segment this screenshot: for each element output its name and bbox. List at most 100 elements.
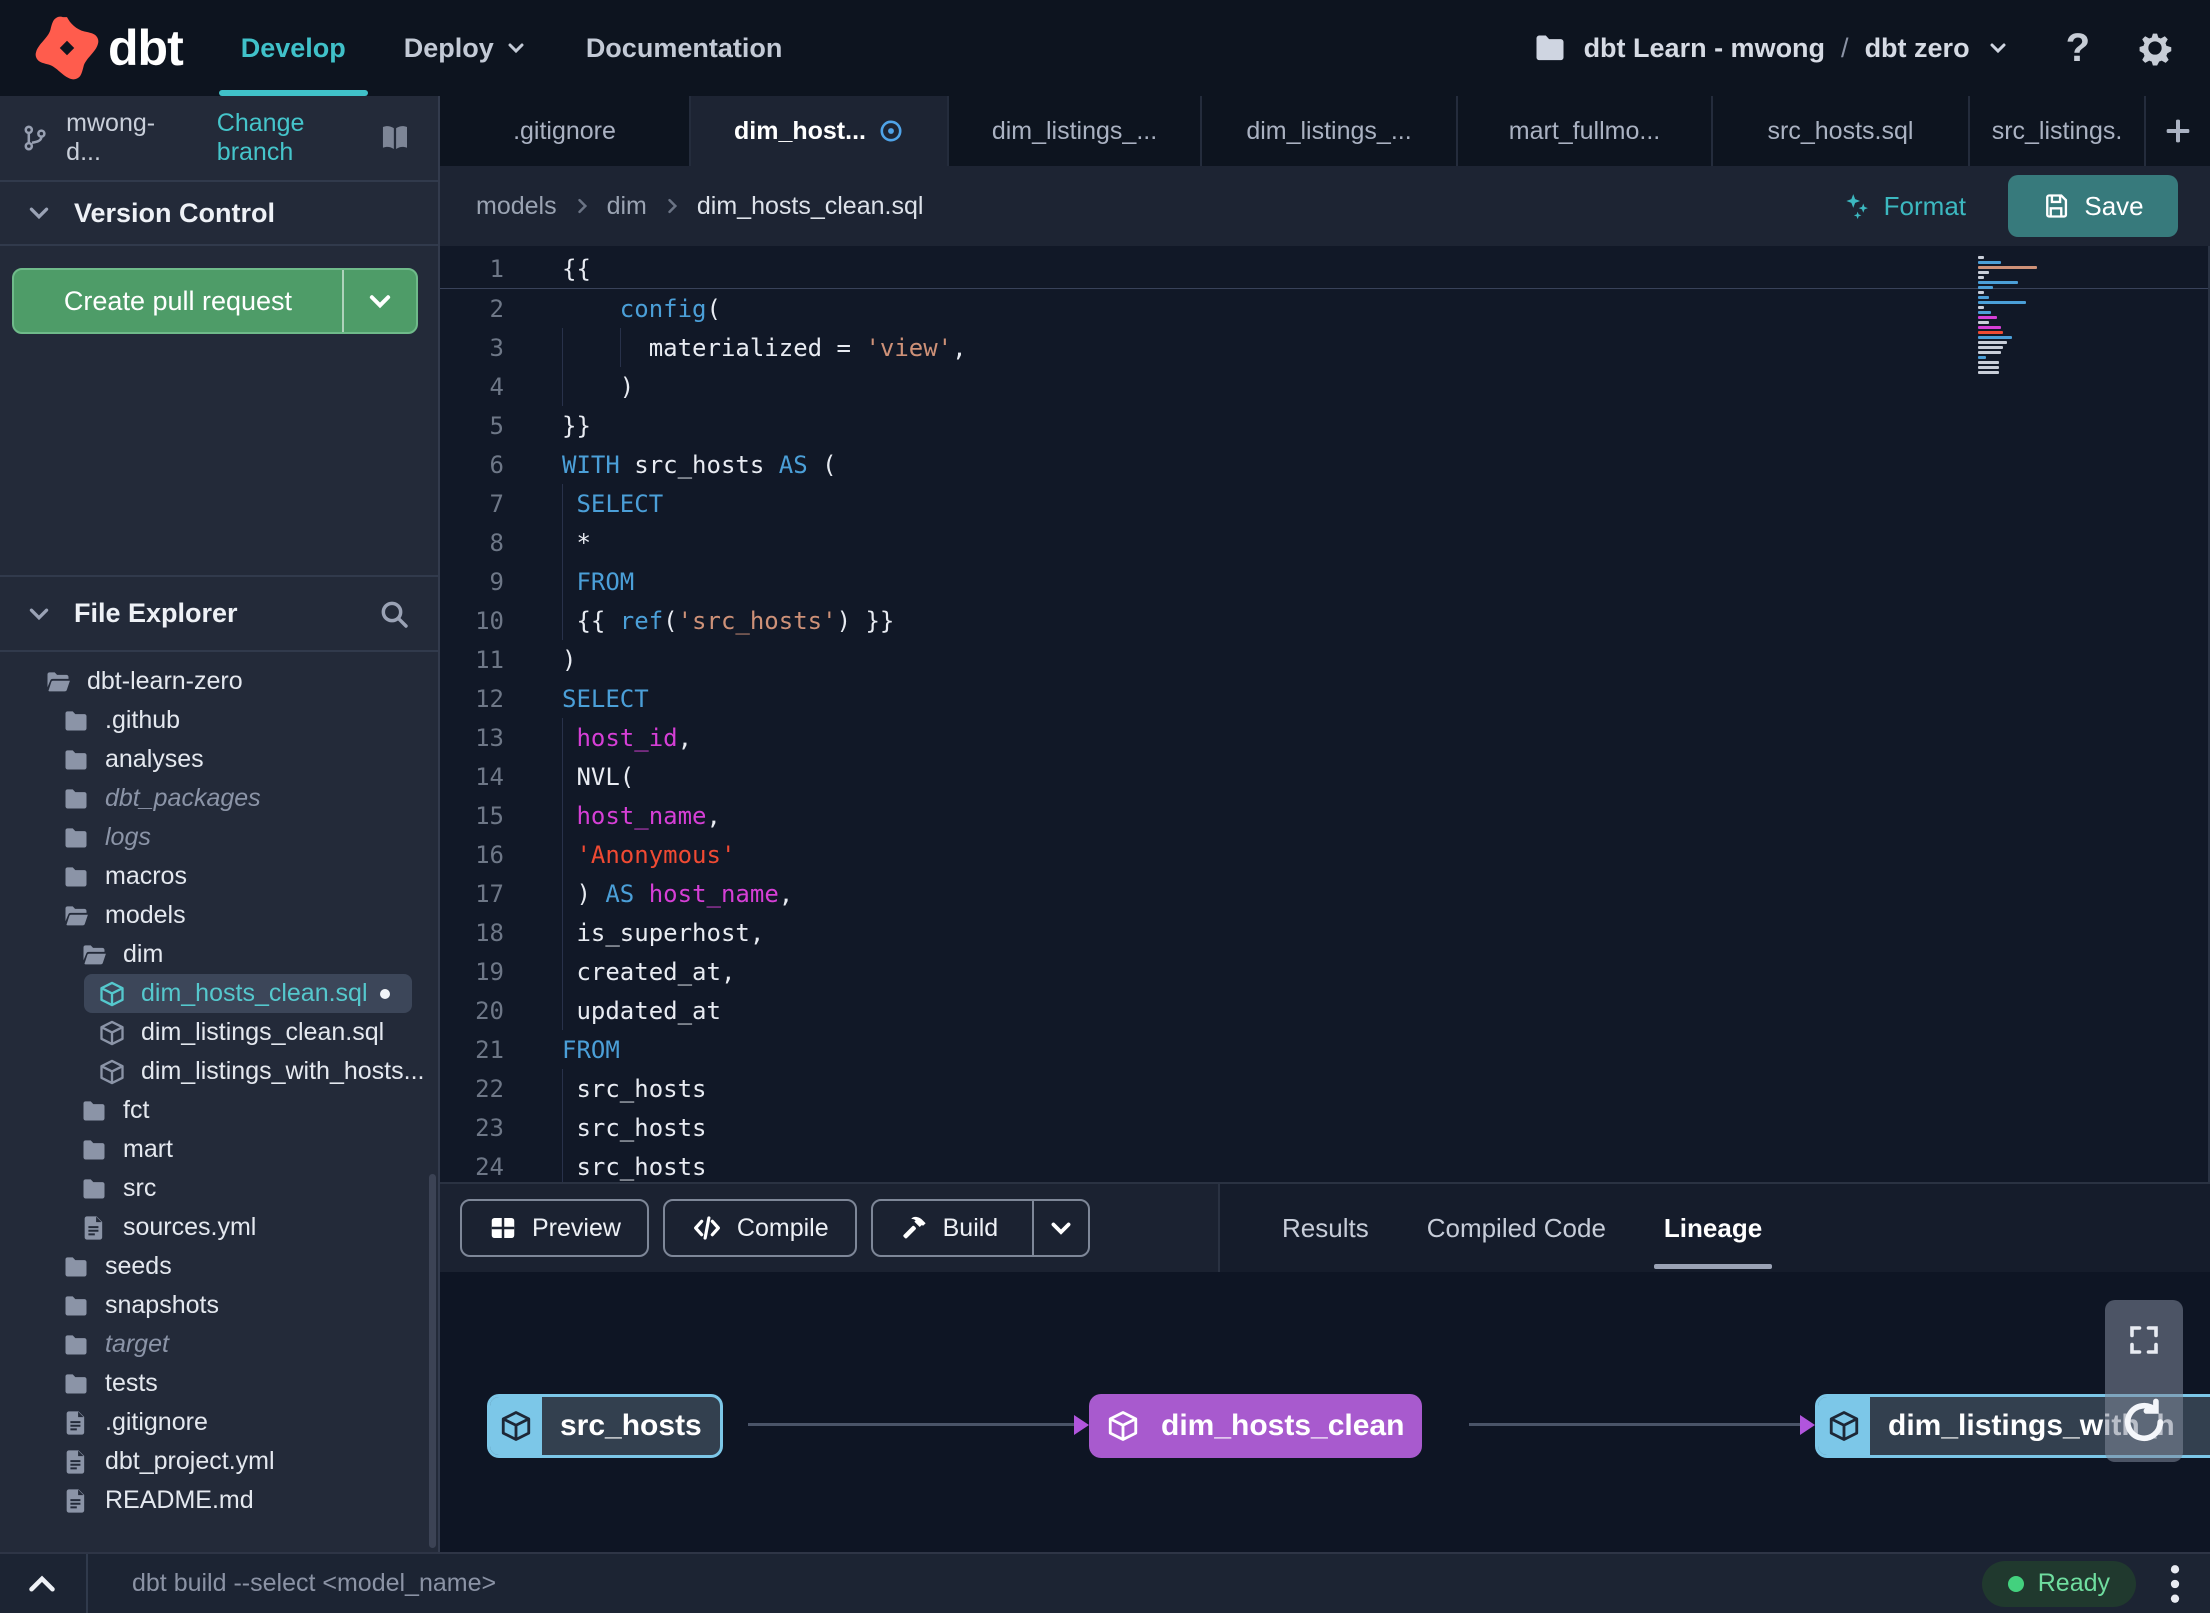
tree-item-models[interactable]: models <box>0 896 438 935</box>
code-line-19[interactable]: 19 created_at, <box>440 952 2208 991</box>
code-line-18[interactable]: 18 is_superhost, <box>440 913 2208 952</box>
indent-guide <box>562 1147 563 1182</box>
nav-deploy[interactable]: Deploy <box>404 0 528 96</box>
tree-item-dim-listings-with-hosts[interactable]: dim_listings_with_hosts... <box>0 1052 438 1091</box>
code-line-24[interactable]: 24 src_hosts <box>440 1147 2208 1182</box>
code-line-7[interactable]: 7 SELECT <box>440 484 2208 523</box>
code-line-13[interactable]: 13 host_id, <box>440 718 2208 757</box>
line-text: src_hosts <box>562 1108 707 1147</box>
tab-gitignore[interactable]: .gitignore <box>440 96 691 166</box>
help-icon[interactable]: ? <box>2066 26 2090 71</box>
kebab-menu-icon[interactable] <box>2160 1562 2190 1606</box>
tree-item-analyses[interactable]: analyses <box>0 740 438 779</box>
gear-icon[interactable] <box>2134 27 2176 69</box>
tree-item-label: seeds <box>105 1252 172 1280</box>
tree-item-readme-md[interactable]: README.md <box>0 1481 438 1520</box>
breadcrumb-models[interactable]: models <box>476 192 557 221</box>
code-line-23[interactable]: 23 src_hosts <box>440 1108 2208 1147</box>
project-picker[interactable]: dbt Learn - mwong / dbt zero <box>1532 30 2010 66</box>
tab-dim-listings[interactable]: dim_listings_... <box>949 96 1202 166</box>
compile-button[interactable]: Compile <box>662 1199 857 1257</box>
folder-icon <box>1532 30 1568 66</box>
code-line-14[interactable]: 14 NVL( <box>440 757 2208 796</box>
tab-results[interactable]: Results <box>1282 1184 1369 1272</box>
tree-item-macros[interactable]: macros <box>0 857 438 896</box>
nav-deploy-label: Deploy <box>403 32 494 63</box>
tab-compiled-code[interactable]: Compiled Code <box>1427 1184 1606 1272</box>
tree-item-seeds[interactable]: seeds <box>0 1247 438 1286</box>
tree-item-logs[interactable]: logs <box>0 818 438 857</box>
tree-item-src[interactable]: src <box>0 1169 438 1208</box>
command-input[interactable]: dbt build --select <model_name> <box>132 1569 496 1598</box>
tab-src-hosts-sql[interactable]: src_hosts.sql <box>1713 96 1970 166</box>
tree-item-fct[interactable]: fct <box>0 1091 438 1130</box>
code-line-8[interactable]: 8 * <box>440 523 2208 562</box>
tree-item-label: dim_listings_clean.sql <box>141 1018 385 1046</box>
pr-dropdown-button[interactable] <box>342 270 416 332</box>
build-dropdown-button[interactable] <box>1032 1201 1088 1255</box>
breadcrumb-dim[interactable]: dim <box>607 192 647 221</box>
refresh-icon[interactable] <box>2118 1396 2170 1448</box>
code-line-10[interactable]: 10 {{ ref('src_hosts') }} <box>440 601 2208 640</box>
tab-mart-fullmo[interactable]: mart_fullmo... <box>1458 96 1713 166</box>
code-line-16[interactable]: 16 'Anonymous' <box>440 835 2208 874</box>
nav-develop[interactable]: Develop <box>218 0 368 96</box>
line-number: 7 <box>489 489 504 518</box>
sidebar-scrollbar[interactable] <box>429 1174 436 1548</box>
tab-lineage[interactable]: Lineage <box>1653 1184 1773 1272</box>
tree-item-label: models <box>105 901 186 929</box>
file-explorer-header[interactable]: File Explorer <box>0 575 438 652</box>
code-line-21[interactable]: 21 FROM <box>440 1030 2208 1069</box>
version-control-header[interactable]: Version Control <box>0 182 438 246</box>
tree-item-sources-yml[interactable]: sources.yml <box>0 1208 438 1247</box>
tree-item-target[interactable]: target <box>0 1325 438 1364</box>
code-line-11[interactable]: 11) <box>440 640 2208 679</box>
tree-item-snapshots[interactable]: snapshots <box>0 1286 438 1325</box>
tree-item-dim-listings-clean-sql[interactable]: dim_listings_clean.sql <box>0 1013 438 1052</box>
chevron-up-icon[interactable] <box>24 1566 60 1602</box>
change-branch-link[interactable]: Change branch <box>217 109 378 167</box>
code-line-4[interactable]: 4 ) <box>440 367 2208 406</box>
code-line-1[interactable]: 1 {{ <box>440 250 2208 289</box>
code-line-17[interactable]: 17 ) AS host_name, <box>440 874 2208 913</box>
tree-item-dbt-learn-zero[interactable]: dbt-learn-zero <box>0 662 438 701</box>
tree-item-dim-hosts-clean-sql[interactable]: dim_hosts_clean.sql <box>84 974 412 1013</box>
tab-dim-listings[interactable]: dim_listings_... <box>1202 96 1458 166</box>
code-line-3[interactable]: 3 materialized = 'view', <box>440 328 2208 367</box>
nav-documentation[interactable]: Documentation <box>586 0 783 96</box>
tree-item-dim[interactable]: dim <box>0 935 438 974</box>
code-line-15[interactable]: 15 host_name, <box>440 796 2208 835</box>
fullscreen-icon[interactable] <box>2126 1322 2162 1358</box>
tab-src-listings[interactable]: src_listings. <box>1970 96 2146 166</box>
code-line-12[interactable]: 12 SELECT <box>440 679 2208 718</box>
code-editor[interactable]: 1{{2 config(3 materialized = 'view', 4 ) 5… <box>440 246 2210 1182</box>
code-line-20[interactable]: 20 updated_at <box>440 991 2208 1030</box>
new-tab-button[interactable] <box>2146 96 2210 166</box>
code-line-6[interactable]: 6 WITH src_hosts AS ( <box>440 445 2208 484</box>
tree-item-github[interactable]: .github <box>0 701 438 740</box>
build-button[interactable]: Build <box>870 1199 1091 1257</box>
tree-item-dbt-packages[interactable]: dbt_packages <box>0 779 438 818</box>
tab-dim-host[interactable]: dim_host... <box>691 96 949 166</box>
lineage-node-src-hosts[interactable]: src_hosts <box>487 1394 723 1458</box>
editor-minimap[interactable] <box>1978 256 2050 376</box>
chevron-down-icon <box>26 200 52 226</box>
code-line-9[interactable]: 9 FROM <box>440 562 2208 601</box>
book-icon[interactable] <box>378 120 412 156</box>
save-button[interactable]: Save <box>2008 175 2178 237</box>
preview-button[interactable]: Preview <box>460 1199 649 1257</box>
create-pull-request-button[interactable]: Create pull request <box>12 268 418 334</box>
tree-item-gitignore[interactable]: .gitignore <box>0 1403 438 1442</box>
code-line-5[interactable]: 5}} <box>440 406 2208 445</box>
search-icon[interactable] <box>378 598 410 630</box>
code-line-2[interactable]: 2 config( <box>440 289 2208 328</box>
code-line-22[interactable]: 22 src_hosts <box>440 1069 2208 1108</box>
lineage-node-dim-hosts-clean[interactable]: dim_hosts_clean <box>1089 1394 1423 1458</box>
lineage-canvas[interactable]: src_hosts dim_hosts_clean dim_listings_w… <box>440 1272 2210 1552</box>
tree-item-dbt-project-yml[interactable]: dbt_project.yml <box>0 1442 438 1481</box>
tree-item-mart[interactable]: mart <box>0 1130 438 1169</box>
format-button[interactable]: Format <box>1842 191 1966 222</box>
dbt-logo[interactable]: dbt <box>34 15 184 81</box>
tree-item-tests[interactable]: tests <box>0 1364 438 1403</box>
